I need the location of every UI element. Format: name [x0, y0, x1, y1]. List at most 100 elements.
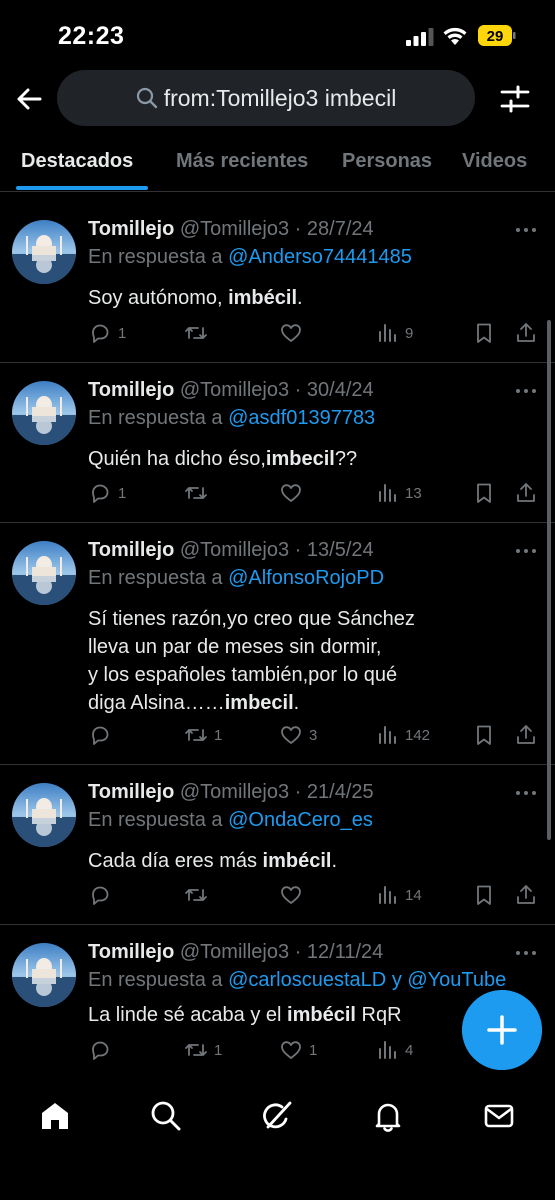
tab-destacados[interactable]: Destacados: [21, 150, 133, 173]
explore-icon[interactable]: [149, 1099, 183, 1133]
tweet-text-highlight: imbécil: [287, 1004, 356, 1026]
views-count: 9: [405, 324, 414, 342]
reply-mention[interactable]: @AlfonsoRojoPD: [228, 567, 384, 589]
more-icon[interactable]: [511, 783, 541, 803]
tweet[interactable]: Tomillejo @Tomillejo3 · 21/4/25 En respu…: [0, 765, 555, 925]
search-icon: [136, 87, 157, 109]
reply-mention-2[interactable]: @YouTube: [407, 969, 506, 991]
views-button[interactable]: 13: [375, 480, 422, 506]
retweet-button[interactable]: [184, 320, 214, 346]
reply-button[interactable]: [88, 882, 118, 908]
tweet-author-handle[interactable]: @Tomillejo3: [180, 781, 289, 803]
tab-mas-recientes[interactable]: Más recientes: [176, 150, 308, 173]
avatar[interactable]: [12, 220, 76, 284]
bookmark-button[interactable]: [472, 722, 496, 748]
tab-personas[interactable]: Personas: [342, 150, 432, 173]
more-icon[interactable]: [511, 943, 541, 963]
views-icon: [379, 324, 396, 342]
tweet-date[interactable]: 12/11/24: [307, 941, 383, 963]
reply-prefix: En respuesta a: [88, 567, 223, 589]
like-button[interactable]: [279, 882, 309, 908]
like-button[interactable]: [279, 320, 309, 346]
like-button[interactable]: [279, 480, 309, 506]
like-button[interactable]: 3: [279, 722, 317, 748]
views-button[interactable]: 9: [375, 320, 413, 346]
more-icon[interactable]: [511, 381, 541, 401]
more-icon[interactable]: [511, 220, 541, 240]
reply-button[interactable]: 1: [88, 320, 126, 346]
reply-mention[interactable]: @OndaCero_es: [228, 809, 373, 831]
retweet-button[interactable]: [184, 480, 214, 506]
avatar[interactable]: [12, 943, 76, 1007]
tweet-author-handle[interactable]: @Tomillejo3: [180, 941, 289, 963]
retweet-button[interactable]: [184, 882, 214, 908]
reply-button[interactable]: [88, 722, 118, 748]
share-button[interactable]: [514, 320, 538, 346]
reply-icon: [92, 886, 109, 905]
tweet[interactable]: Tomillejo @Tomillejo3 · 28/7/24 En respu…: [0, 202, 555, 363]
tweet-author-handle[interactable]: @Tomillejo3: [180, 218, 289, 240]
search-input[interactable]: from:Tomillejo3 imbecil: [57, 70, 475, 126]
reply-prefix: En respuesta a: [88, 407, 223, 429]
tweet[interactable]: Tomillejo @Tomillejo3 · 30/4/24 En respu…: [0, 363, 555, 523]
more-icon[interactable]: [511, 541, 541, 561]
views-button[interactable]: 14: [375, 882, 422, 908]
tweet[interactable]: Tomillejo @Tomillejo3 · 13/5/24 En respu…: [0, 523, 555, 765]
notifications-icon[interactable]: [371, 1099, 405, 1133]
tweet-date[interactable]: 30/4/24: [307, 379, 374, 401]
back-arrow-icon[interactable]: [12, 82, 46, 116]
compose-button[interactable]: [462, 990, 542, 1070]
tweet-text-part: .: [331, 850, 338, 872]
tweet-text-part: RqR: [355, 1004, 402, 1026]
share-button[interactable]: [514, 882, 538, 908]
tab-videos[interactable]: Videos: [462, 150, 527, 173]
share-button[interactable]: [514, 722, 538, 748]
share-button[interactable]: [514, 480, 538, 506]
like-button[interactable]: 1: [279, 1037, 317, 1063]
dot-separator: ·: [289, 218, 307, 240]
heart-icon: [281, 886, 301, 904]
tweet-text-part: .: [297, 287, 303, 309]
tweet-author-handle[interactable]: @Tomillejo3: [180, 379, 289, 401]
reply-mention[interactable]: @carloscuestaLD: [228, 969, 386, 991]
views-count: 142: [405, 726, 431, 744]
avatar[interactable]: [12, 783, 76, 847]
home-icon[interactable]: [38, 1099, 72, 1133]
bookmark-button[interactable]: [472, 882, 496, 908]
tweet-author-name[interactable]: Tomillejo: [88, 941, 174, 963]
reply-icon: [92, 1041, 109, 1060]
views-button[interactable]: 4: [375, 1037, 413, 1063]
search-tabs: Destacados Más recientes Personas Videos: [0, 128, 555, 192]
tweet-author-name[interactable]: Tomillejo: [88, 539, 174, 561]
tweet-date[interactable]: 13/5/24: [307, 539, 374, 561]
bookmark-button[interactable]: [472, 480, 496, 506]
reply-mention[interactable]: @Anderso74441485: [228, 246, 412, 268]
retweet-button[interactable]: 1: [184, 1037, 222, 1063]
bookmark-icon: [477, 483, 491, 503]
bookmark-button[interactable]: [472, 320, 496, 346]
tweet-author-name[interactable]: Tomillejo: [88, 218, 174, 240]
tweet-date[interactable]: 21/4/25: [307, 781, 374, 803]
scrollbar[interactable]: [547, 320, 551, 840]
avatar[interactable]: [12, 381, 76, 445]
heart-icon: [281, 484, 301, 502]
tweet-author-name[interactable]: Tomillejo: [88, 781, 174, 803]
reply-button[interactable]: [88, 1037, 118, 1063]
tweet-date[interactable]: 28/7/24: [307, 218, 374, 240]
reply-prefix: En respuesta a: [88, 246, 223, 268]
messages-icon[interactable]: [482, 1099, 516, 1133]
grok-icon[interactable]: [260, 1099, 294, 1133]
tweet-text-part: Quién ha dicho éso,: [88, 448, 266, 470]
sliders-icon[interactable]: [498, 82, 532, 116]
bookmark-icon: [477, 725, 491, 745]
like-count: 3: [309, 726, 318, 744]
retweet-button[interactable]: 1: [184, 722, 222, 748]
tweet-author-handle[interactable]: @Tomillejo3: [180, 539, 289, 561]
dot-separator: ·: [289, 941, 307, 963]
reply-mention[interactable]: @asdf01397783: [228, 407, 375, 429]
reply-button[interactable]: 1: [88, 480, 126, 506]
avatar[interactable]: [12, 541, 76, 605]
views-button[interactable]: 142: [375, 722, 430, 748]
tweet-author-name[interactable]: Tomillejo: [88, 379, 174, 401]
reply-joiner: y: [391, 969, 402, 991]
